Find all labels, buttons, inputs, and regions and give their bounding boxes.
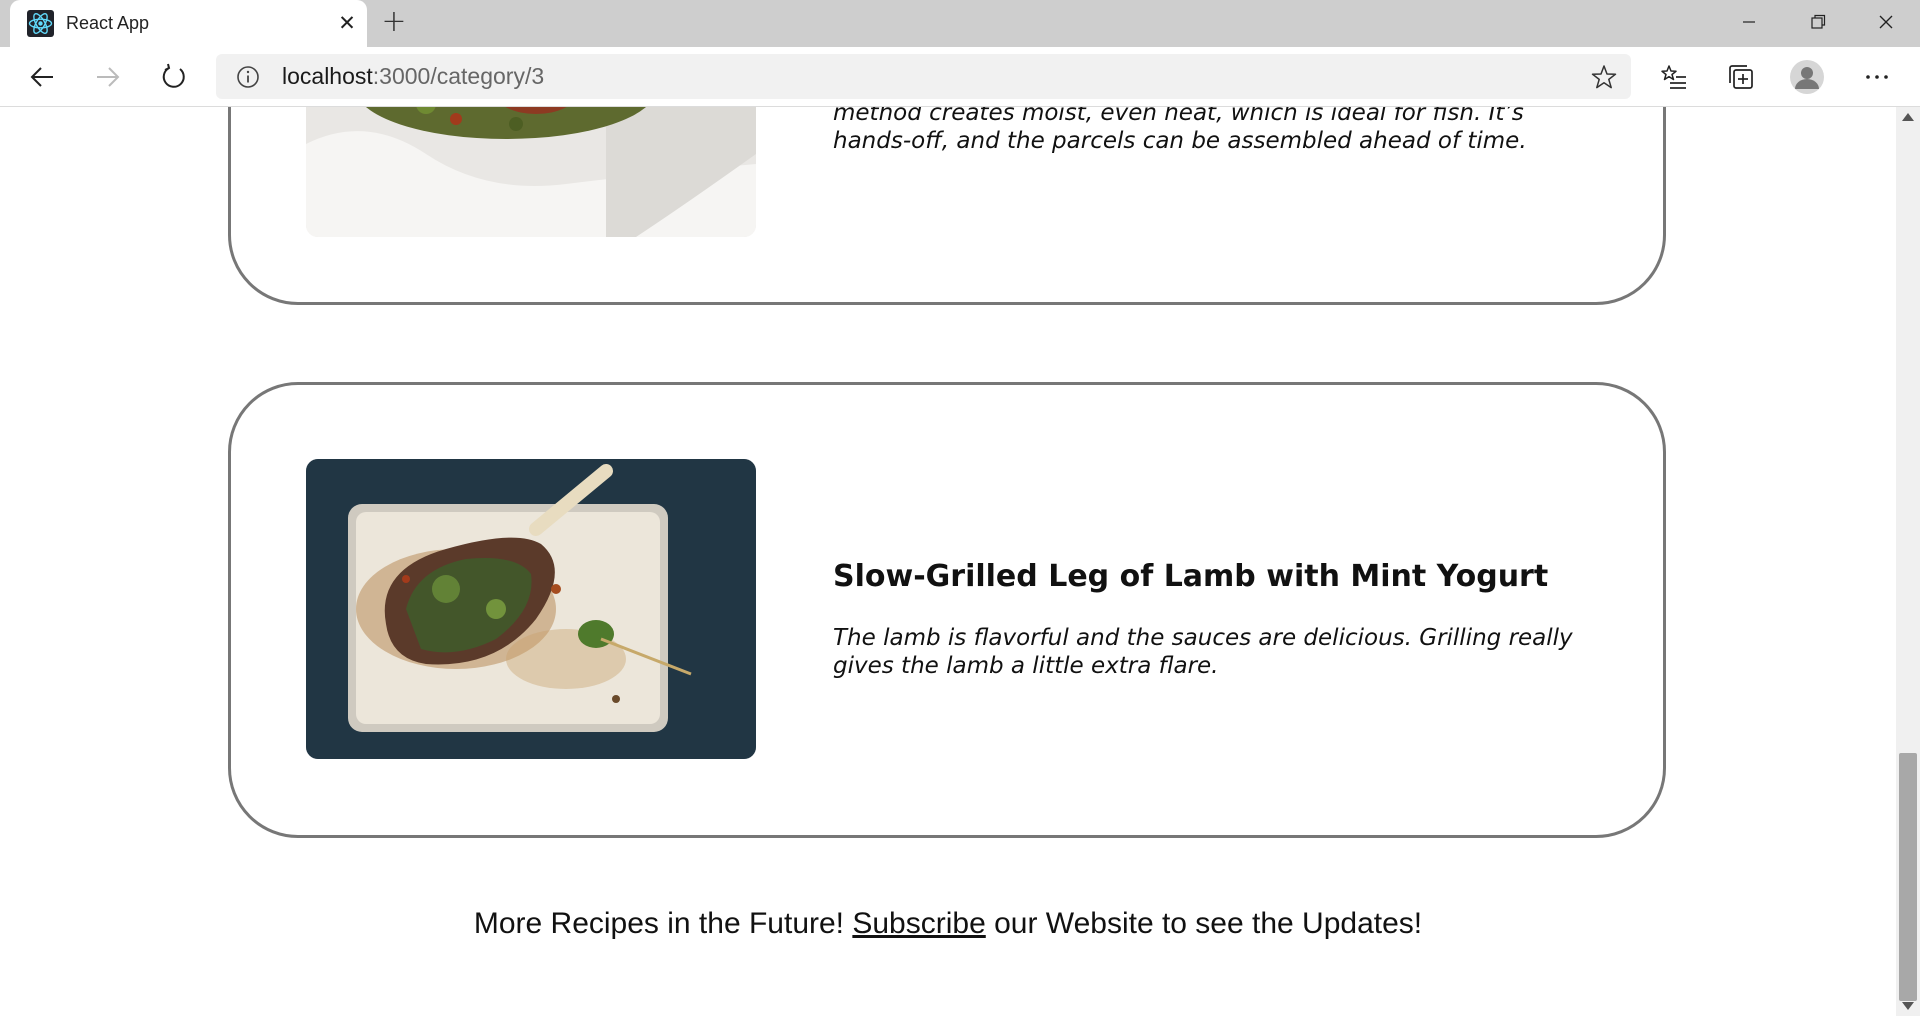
footer-text-after: our Website to see the Updates! <box>985 907 1423 940</box>
fish-parcel-photo <box>306 107 756 237</box>
profile-avatar-icon[interactable] <box>1787 57 1827 97</box>
footer-text-before: More Recipes in the Future! <box>473 907 853 940</box>
browser-tab[interactable]: React App ✕ <box>10 0 367 47</box>
scroll-down-arrow-icon[interactable] <box>1902 1002 1914 1010</box>
scroll-thumb[interactable] <box>1899 753 1917 1001</box>
more-options-icon[interactable] <box>1857 57 1897 97</box>
tab-title: React App <box>66 13 150 33</box>
react-logo-icon <box>27 10 54 37</box>
favorite-star-icon[interactable] <box>1591 64 1617 94</box>
close-window-icon[interactable] <box>1851 0 1920 44</box>
page-viewport: method creates moist, even heat, which i… <box>0 107 1896 1016</box>
recipe-text: Slow-Grilled Leg of Lamb with Mint Yogur… <box>833 559 1593 680</box>
new-tab-icon[interactable]: + <box>378 7 410 39</box>
page-scrollbar[interactable] <box>1896 107 1920 1016</box>
browser-toolbar: localhost:3000/category/3 <box>0 47 1920 107</box>
favorites-list-icon[interactable] <box>1654 57 1694 97</box>
address-bar[interactable]: localhost:3000/category/3 <box>216 54 1631 99</box>
url-host: localhost <box>282 63 373 89</box>
recipe-card[interactable]: method creates moist, even heat, which i… <box>228 107 1666 305</box>
subscribe-link[interactable]: Subscribe <box>852 907 985 940</box>
recipe-title[interactable]: Slow-Grilled Leg of Lamb with Mint Yogur… <box>833 559 1593 594</box>
browser-titlebar: React App ✕ + <box>0 0 1920 47</box>
scroll-up-arrow-icon[interactable] <box>1902 113 1914 121</box>
grilled-lamb-leg-photo <box>306 459 756 759</box>
footer-message: More Recipes in the Future! Subscribe ou… <box>0 907 1896 941</box>
forward-icon[interactable] <box>88 57 128 97</box>
close-tab-icon[interactable]: ✕ <box>334 10 360 36</box>
refresh-icon[interactable] <box>154 57 194 97</box>
site-info-icon[interactable] <box>236 65 260 93</box>
recipe-image[interactable] <box>306 107 756 237</box>
back-icon[interactable] <box>22 57 62 97</box>
collections-icon[interactable] <box>1721 57 1761 97</box>
url-text[interactable]: localhost:3000/category/3 <box>282 63 544 90</box>
recipe-description: The lamb is flavorful and the sauces are… <box>833 625 1573 679</box>
minimize-icon[interactable] <box>1714 0 1783 44</box>
recipe-image[interactable] <box>306 459 756 759</box>
recipe-description: method creates moist, even heat, which i… <box>833 107 1527 154</box>
restore-icon[interactable] <box>1783 0 1852 44</box>
recipe-card[interactable]: Slow-Grilled Leg of Lamb with Mint Yogur… <box>228 382 1666 838</box>
recipe-text: method creates moist, even heat, which i… <box>833 107 1593 155</box>
url-path: :3000/category/3 <box>372 63 545 89</box>
